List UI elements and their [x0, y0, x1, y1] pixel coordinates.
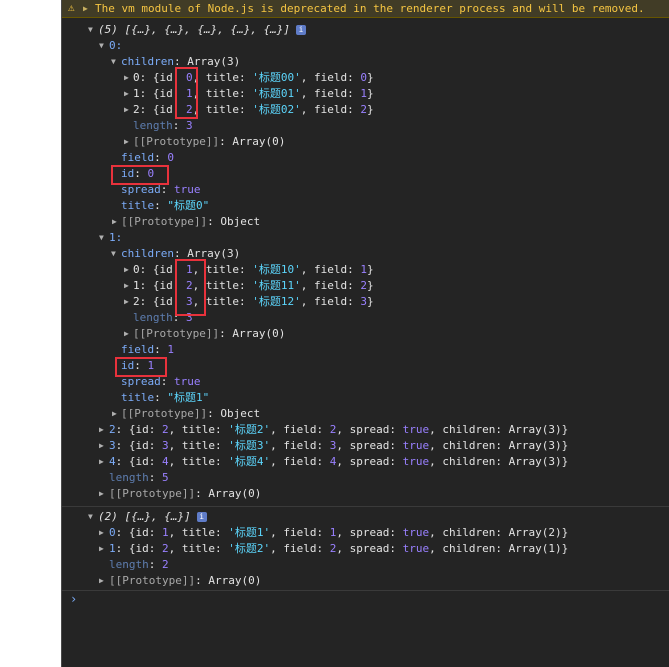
expand-arrow-icon[interactable]: ▶ [99, 422, 104, 438]
info-badge-icon: i [196, 512, 207, 522]
array-entry[interactable]: 1: {id: 2, title: '标题2', field: 2, sprea… [109, 541, 568, 557]
prototype-property[interactable]: [[Prototype]]: Array(0) [109, 486, 261, 502]
array-summary[interactable]: (2) [{…}, {…}] i [98, 509, 207, 525]
array-index-0[interactable]: 0: [109, 38, 122, 54]
highlight-box [175, 67, 198, 119]
prototype-property[interactable]: [[Prototype]]: Array(0) [109, 573, 261, 589]
highlight-box [175, 259, 206, 316]
expand-arrow-icon[interactable]: ▶ [99, 454, 104, 470]
expand-arrow-icon[interactable]: ▶ [99, 438, 104, 454]
expand-arrow-icon[interactable]: ▶ [99, 525, 104, 541]
array-summary[interactable]: (5) [{…}, {…}, {…}, {…}, {…}] i [98, 22, 307, 38]
title-property: title: "标题1" [121, 391, 210, 404]
collapse-arrow-icon[interactable]: ▼ [88, 22, 93, 38]
expand-arrow-icon[interactable]: ▶ [124, 102, 129, 118]
prototype-property[interactable]: [[Prototype]]: Object [121, 214, 260, 230]
message-divider [62, 506, 669, 507]
console-prompt-icon[interactable]: › [70, 592, 77, 606]
array-entry[interactable]: 4: {id: 4, title: '标题4', field: 4, sprea… [109, 454, 568, 470]
array-entry[interactable]: 3: {id: 3, title: '标题3', field: 3, sprea… [109, 438, 568, 454]
length-property: length: 2 [109, 558, 169, 571]
prototype-property[interactable]: [[Prototype]]: Array(0) [133, 134, 285, 150]
message-divider [62, 590, 669, 591]
field-property: field: 1 [121, 343, 174, 356]
highlight-box [115, 357, 167, 377]
prototype-property[interactable]: [[Prototype]]: Object [121, 406, 260, 422]
warning-triangle-icon: ⚠ [68, 1, 75, 14]
expand-arrow-icon[interactable]: ▶ [99, 486, 104, 502]
highlight-box [111, 165, 169, 185]
child-entry[interactable]: 0: {id: 1, title: '标题10', field: 1} [133, 262, 374, 278]
expand-arrow-icon[interactable]: ▶ [124, 86, 129, 102]
expand-arrow-icon[interactable]: ▶ [83, 1, 88, 17]
expand-arrow-icon[interactable]: ▶ [124, 326, 129, 342]
field-property: field: 0 [121, 151, 174, 164]
length-property: length: 5 [109, 471, 169, 484]
info-badge-icon: i [296, 25, 307, 35]
child-entry[interactable]: 1: {id: 1, title: '标题01', field: 1} [133, 86, 374, 102]
expand-arrow-icon[interactable]: ▶ [99, 573, 104, 589]
collapse-arrow-icon[interactable]: ▼ [111, 246, 116, 262]
expand-arrow-icon[interactable]: ▶ [124, 262, 129, 278]
collapse-arrow-icon[interactable]: ▼ [88, 509, 93, 525]
array-index-1[interactable]: 1: [109, 230, 122, 246]
collapse-arrow-icon[interactable]: ▼ [99, 38, 104, 54]
expand-arrow-icon[interactable]: ▶ [124, 278, 129, 294]
expand-arrow-icon[interactable]: ▶ [124, 134, 129, 150]
expand-arrow-icon[interactable]: ▶ [124, 70, 129, 86]
expand-arrow-icon[interactable]: ▶ [124, 294, 129, 310]
child-entry[interactable]: 2: {id: 3, title: '标题12', field: 3} [133, 294, 374, 310]
prototype-property[interactable]: [[Prototype]]: Array(0) [133, 326, 285, 342]
collapse-arrow-icon[interactable]: ▼ [111, 54, 116, 70]
collapse-arrow-icon[interactable]: ▼ [99, 230, 104, 246]
array-entry[interactable]: 0: {id: 1, title: '标题1', field: 1, sprea… [109, 525, 568, 541]
child-entry[interactable]: 0: {id: 0, title: '标题00', field: 0} [133, 70, 374, 86]
length-property: length: 3 [133, 119, 193, 132]
expand-arrow-icon[interactable]: ▶ [99, 541, 104, 557]
array-entry[interactable]: 2: {id: 2, title: '标题2', field: 2, sprea… [109, 422, 568, 438]
devtools-console: ⚠ ▶ The vm module of Node.js is deprecat… [61, 0, 669, 667]
expand-arrow-icon[interactable]: ▶ [112, 214, 117, 230]
warning-message: ⚠ ▶ The vm module of Node.js is deprecat… [62, 0, 669, 18]
warning-text: The vm module of Node.js is deprecated i… [95, 2, 645, 15]
child-entry[interactable]: 1: {id: 2, title: '标题11', field: 2} [133, 278, 374, 294]
expand-arrow-icon[interactable]: ▶ [112, 406, 117, 422]
child-entry[interactable]: 2: {id: 2, title: '标题02', field: 2} [133, 102, 374, 118]
title-property: title: "标题0" [121, 199, 210, 212]
